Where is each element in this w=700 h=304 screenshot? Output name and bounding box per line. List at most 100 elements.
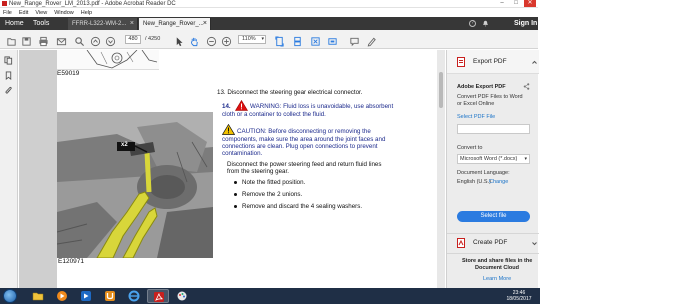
page-thumbnails-icon[interactable] — [4, 56, 13, 65]
bullet-item: Remove and discard the 4 sealing washers… — [242, 203, 363, 210]
page-number-input[interactable]: 480 — [125, 35, 141, 44]
minimize-button[interactable]: – — [496, 0, 508, 7]
zoom-out-icon[interactable] — [206, 34, 217, 47]
document-tab-active[interactable]: New_Range_Rover_... × — [139, 18, 211, 30]
close-button[interactable]: ✕ — [524, 0, 536, 7]
menu-window[interactable]: Window — [54, 9, 74, 17]
instruction-line-2: from the steering gear. — [227, 168, 289, 175]
convert-to-value: Microsoft Word (*.docx) — [460, 156, 518, 162]
change-language-link[interactable]: Change — [489, 179, 508, 186]
figure-bottom-label: E120971 — [58, 258, 85, 265]
zoom-level-select[interactable]: 110% ▾ — [238, 35, 266, 44]
screen: New_Range_Rover_LM_2013.pdf - Adobe Acro… — [0, 0, 700, 304]
bullet-dot — [234, 193, 237, 196]
zoom-in-icon[interactable] — [221, 34, 232, 47]
taskbar-media-player[interactable] — [51, 289, 73, 303]
menu-help[interactable]: Help — [81, 9, 92, 17]
full-screen-icon[interactable] — [327, 34, 338, 45]
toolbar: 480 / 4250 110% ▾ — [0, 30, 538, 49]
document-cloud-text-2: Document Cloud — [475, 265, 519, 271]
paint-icon — [177, 291, 187, 301]
save-icon[interactable] — [21, 34, 32, 46]
document-language-label: Document Language: — [457, 170, 510, 176]
chevron-down-icon[interactable] — [532, 241, 537, 246]
steering-gear-photo: x2 — [57, 112, 213, 258]
tab-tools[interactable]: Tools — [33, 17, 49, 30]
print-icon[interactable] — [38, 34, 49, 47]
figure-top — [57, 50, 159, 70]
highlight-pen-icon[interactable] — [366, 34, 377, 47]
create-pdf-title[interactable]: Create PDF — [473, 239, 507, 246]
bullet-dot — [234, 181, 237, 184]
search-icon[interactable] — [74, 34, 85, 47]
bullet-item: Note the fitted position. — [242, 179, 306, 186]
u-app-icon — [105, 291, 115, 301]
previous-page-icon[interactable] — [90, 34, 101, 47]
convert-to-select[interactable]: Microsoft Word (*.docx) ▾ — [457, 154, 530, 164]
pane-divider — [447, 253, 539, 254]
learn-more-link[interactable]: Learn More — [483, 276, 511, 283]
document-tab[interactable]: FFRR-L322-WM-2... × — [68, 18, 138, 30]
taskbar-unknown-app[interactable] — [99, 289, 121, 303]
tab-home[interactable]: Home — [5, 17, 24, 30]
select-file-button[interactable]: Select file — [457, 211, 530, 222]
document-tab-label: New_Range_Rover_... — [143, 21, 204, 27]
scroll-mode-icon[interactable] — [292, 34, 303, 47]
email-icon[interactable] — [56, 34, 67, 46]
taskbar-internet-explorer[interactable] — [123, 289, 145, 303]
hand-tool-icon[interactable] — [189, 34, 200, 47]
create-icon[interactable] — [6, 34, 17, 46]
start-button[interactable] — [3, 289, 17, 303]
menu-file[interactable]: File — [3, 9, 12, 17]
warning-icon — [235, 100, 248, 111]
export-pdf-title: Export PDF — [473, 58, 507, 65]
select-pdf-file-link[interactable]: Select PDF File — [457, 114, 495, 121]
export-description-1: Convert PDF Files to Word — [457, 94, 523, 100]
chevron-down-icon: ▾ — [261, 36, 264, 42]
document-tab-label: FFRR-L322-WM-2... — [72, 21, 127, 27]
menu-edit[interactable]: Edit — [19, 9, 28, 17]
next-page-icon[interactable] — [105, 34, 116, 47]
export-pdf-header[interactable]: Export PDF — [447, 50, 539, 74]
bell-icon[interactable] — [482, 20, 489, 27]
menu-view[interactable]: View — [35, 9, 47, 17]
maximize-button[interactable]: □ — [510, 0, 522, 7]
export-pdf-icon — [457, 57, 465, 67]
step-13-text: 13. Disconnect the steering gear electri… — [217, 89, 363, 96]
vertical-scrollbar[interactable] — [437, 50, 445, 288]
bookmarks-icon[interactable] — [4, 71, 13, 80]
bullet-dot — [234, 205, 237, 208]
selected-pdf-field[interactable] — [457, 124, 530, 134]
scrollbar-thumb[interactable] — [439, 72, 443, 108]
sign-in-link[interactable]: Sign In — [514, 17, 537, 30]
taskbar-paint[interactable] — [171, 289, 193, 303]
share-icon[interactable] — [523, 83, 530, 90]
close-tab-icon[interactable]: × — [130, 18, 134, 30]
warning-text-line-1: WARNING: Fluid loss is unavoidable, use … — [250, 103, 394, 110]
select-cursor-icon[interactable] — [174, 34, 185, 47]
create-pdf-icon — [457, 238, 465, 248]
windows-taskbar: 23:46 18/05/2017 — [0, 288, 540, 304]
step-14-number: 14. — [222, 103, 231, 110]
caution-text-line-1: CAUTION: Before disconnecting or removin… — [237, 128, 371, 135]
left-navigation-pane — [0, 50, 18, 288]
warning-text-line-2: cloth or a container to collect the flui… — [222, 111, 326, 118]
taskbar-ie-alt[interactable] — [75, 289, 97, 303]
taskbar-explorer[interactable] — [27, 289, 49, 303]
fit-page-icon[interactable] — [274, 34, 285, 47]
comment-icon[interactable] — [349, 34, 360, 47]
document-viewer[interactable]: E59019 x2 E120971 13. Disconnect the ste… — [19, 50, 446, 288]
attachments-icon[interactable] — [4, 86, 13, 95]
chevron-up-icon[interactable] — [532, 60, 537, 65]
tab-bar: Home Tools FFRR-L322-WM-2... × New_Range… — [0, 17, 538, 30]
menu-bar: File Edit View Window Help — [0, 9, 538, 17]
document-cloud-text-1: Store and share files in the — [462, 258, 533, 264]
system-tray-clock[interactable]: 23:46 18/05/2017 — [498, 288, 540, 304]
acrobat-app-icon — [2, 1, 7, 6]
help-icon[interactable]: ? — [469, 20, 476, 27]
close-tab-icon[interactable]: × — [203, 18, 207, 30]
page-total: / 4250 — [145, 36, 161, 42]
read-mode-icon[interactable] — [310, 34, 321, 46]
photo-callout-label: x2 — [121, 142, 128, 148]
taskbar-acrobat-reader[interactable] — [147, 289, 169, 303]
